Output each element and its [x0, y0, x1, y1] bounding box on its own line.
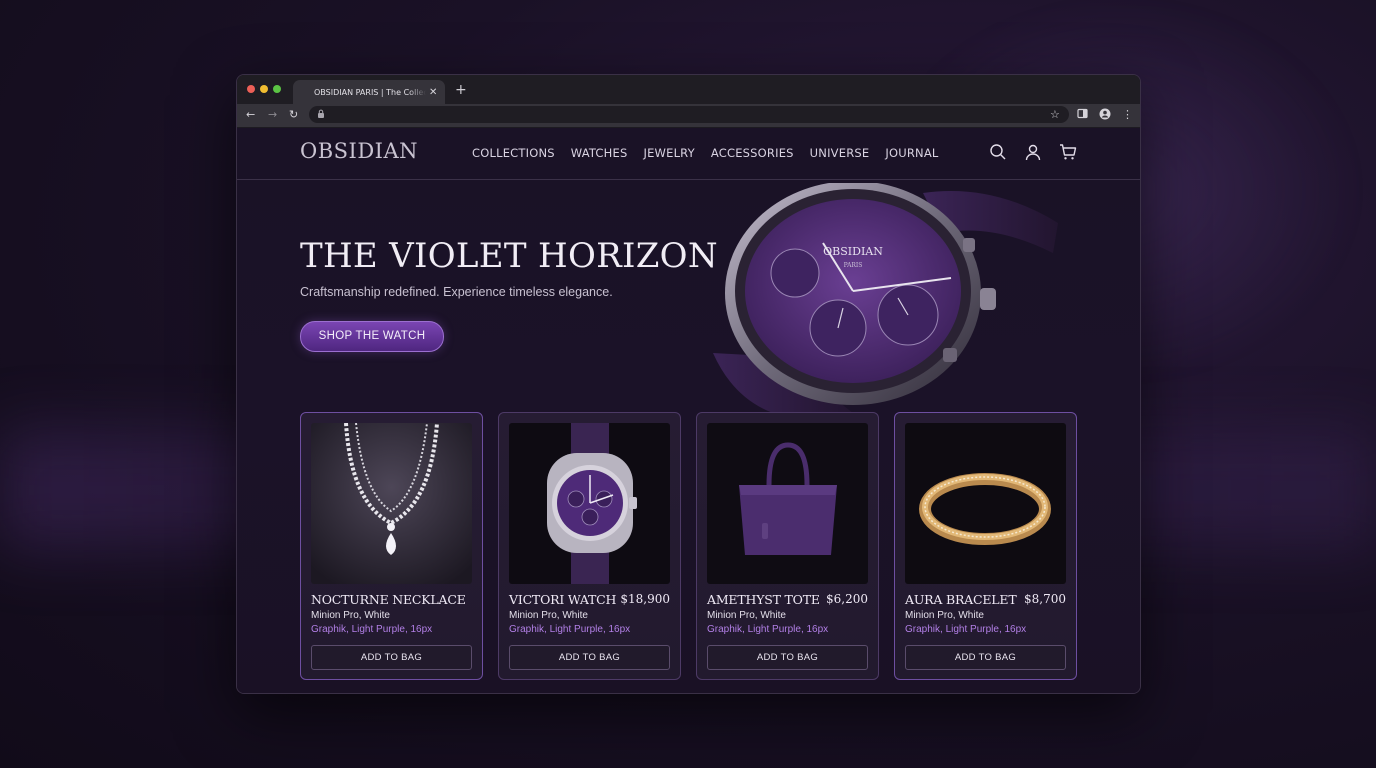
nav-watches[interactable]: WATCHES — [571, 146, 628, 160]
product-price: $18,900 — [620, 592, 670, 606]
search-icon[interactable] — [989, 143, 1007, 161]
new-tab-button[interactable]: + — [455, 82, 467, 98]
product-line-1: Minion Pro, White — [905, 610, 984, 621]
product-line-2: Graphik, Light Purple, 16px — [707, 624, 829, 635]
add-to-bag-button[interactable]: ADD TO BAG — [311, 645, 472, 670]
product-line-1: Minion Pro, White — [311, 610, 390, 621]
address-bar[interactable] — [309, 106, 1069, 123]
browser-window: OBSIDIAN PARIS | The Collection ✕ + ← → … — [236, 74, 1141, 694]
watch-image[interactable] — [509, 423, 670, 584]
site-header: OBSIDIAN COLLECTIONS WATCHES JEWELRY ACC… — [237, 128, 1140, 180]
tab-close-icon[interactable]: ✕ — [429, 87, 437, 98]
hero-subtitle: Craftsmanship redefined. Experience time… — [300, 285, 613, 299]
product-card[interactable]: NOCTURNE NECKLACE Minion Pro, White Grap… — [300, 412, 483, 680]
product-name[interactable]: VICTORI WATCH — [509, 592, 616, 607]
website: OBSIDIAN COLLECTIONS WATCHES JEWELRY ACC… — [237, 128, 1140, 693]
product-line-1: Minion Pro, White — [707, 610, 786, 621]
maximize-window-button[interactable] — [273, 85, 281, 93]
product-card[interactable]: VICTORI WATCH $18,900 Minion Pro, White … — [498, 412, 681, 680]
browser-menu-icon[interactable]: ⋮ — [1122, 108, 1133, 121]
browser-tab[interactable]: OBSIDIAN PARIS | The Collection ✕ — [293, 80, 445, 104]
back-icon[interactable]: ← — [246, 108, 255, 121]
product-line-2: Graphik, Light Purple, 16px — [509, 624, 631, 635]
hero-title: THE VIOLET HORIZON — [300, 236, 718, 276]
cart-icon[interactable] — [1059, 143, 1077, 161]
necklace-image[interactable] — [311, 423, 472, 584]
nav-universe[interactable]: UNIVERSE — [810, 146, 870, 160]
browser-toolbar: ← → ↻ ☆ ⋮ — [237, 104, 1140, 128]
nav-accessories[interactable]: ACCESSORIES — [711, 146, 794, 160]
main-nav: COLLECTIONS WATCHES JEWELRY ACCESSORIES … — [472, 146, 955, 160]
nav-collections[interactable]: COLLECTIONS — [472, 146, 555, 160]
bracelet-image[interactable] — [905, 423, 1066, 584]
product-name[interactable]: AURA BRACELET — [905, 592, 1017, 607]
product-name[interactable]: NOCTURNE NECKLACE — [311, 592, 466, 607]
lock-icon — [318, 109, 324, 118]
nav-journal[interactable]: JOURNAL — [885, 146, 938, 160]
hero-watch-sub: PARIS — [844, 262, 863, 269]
reload-icon[interactable]: ↻ — [289, 108, 298, 121]
tab-bar: OBSIDIAN PARIS | The Collection ✕ + — [237, 75, 1140, 104]
minimize-window-button[interactable] — [260, 85, 268, 93]
add-to-bag-button[interactable]: ADD TO BAG — [707, 645, 868, 670]
hero-watch-brand: OBSIDIAN — [823, 245, 883, 258]
product-name[interactable]: AMETHYST TOTE — [707, 592, 820, 607]
nav-jewelry[interactable]: JEWELRY — [643, 146, 694, 160]
side-panel-icon[interactable] — [1077, 108, 1088, 119]
tote-image[interactable] — [707, 423, 868, 584]
shop-the-watch-button[interactable]: SHOP THE WATCH — [300, 321, 444, 352]
hero-watch-image: OBSIDIAN PARIS — [713, 183, 1058, 413]
product-line-2: Graphik, Light Purple, 16px — [905, 624, 1027, 635]
product-line-2: Graphik, Light Purple, 16px — [311, 624, 433, 635]
add-to-bag-button[interactable]: ADD TO BAG — [905, 645, 1066, 670]
product-card[interactable]: AMETHYST TOTE $6,200 Minion Pro, White G… — [696, 412, 879, 680]
close-window-button[interactable] — [247, 85, 255, 93]
product-line-1: Minion Pro, White — [509, 610, 588, 621]
tab-title: OBSIDIAN PARIS | The Collection — [314, 87, 426, 97]
product-price: $6,200 — [826, 592, 868, 606]
account-icon[interactable] — [1024, 143, 1042, 161]
profile-icon[interactable] — [1099, 108, 1111, 120]
site-logo[interactable]: OBSIDIAN — [300, 139, 418, 163]
product-price: $8,700 — [1024, 592, 1066, 606]
forward-icon[interactable]: → — [268, 108, 277, 121]
bookmark-star-icon[interactable]: ☆ — [1050, 108, 1060, 121]
product-card[interactable]: AURA BRACELET $8,700 Minion Pro, White G… — [894, 412, 1077, 680]
add-to-bag-button[interactable]: ADD TO BAG — [509, 645, 670, 670]
